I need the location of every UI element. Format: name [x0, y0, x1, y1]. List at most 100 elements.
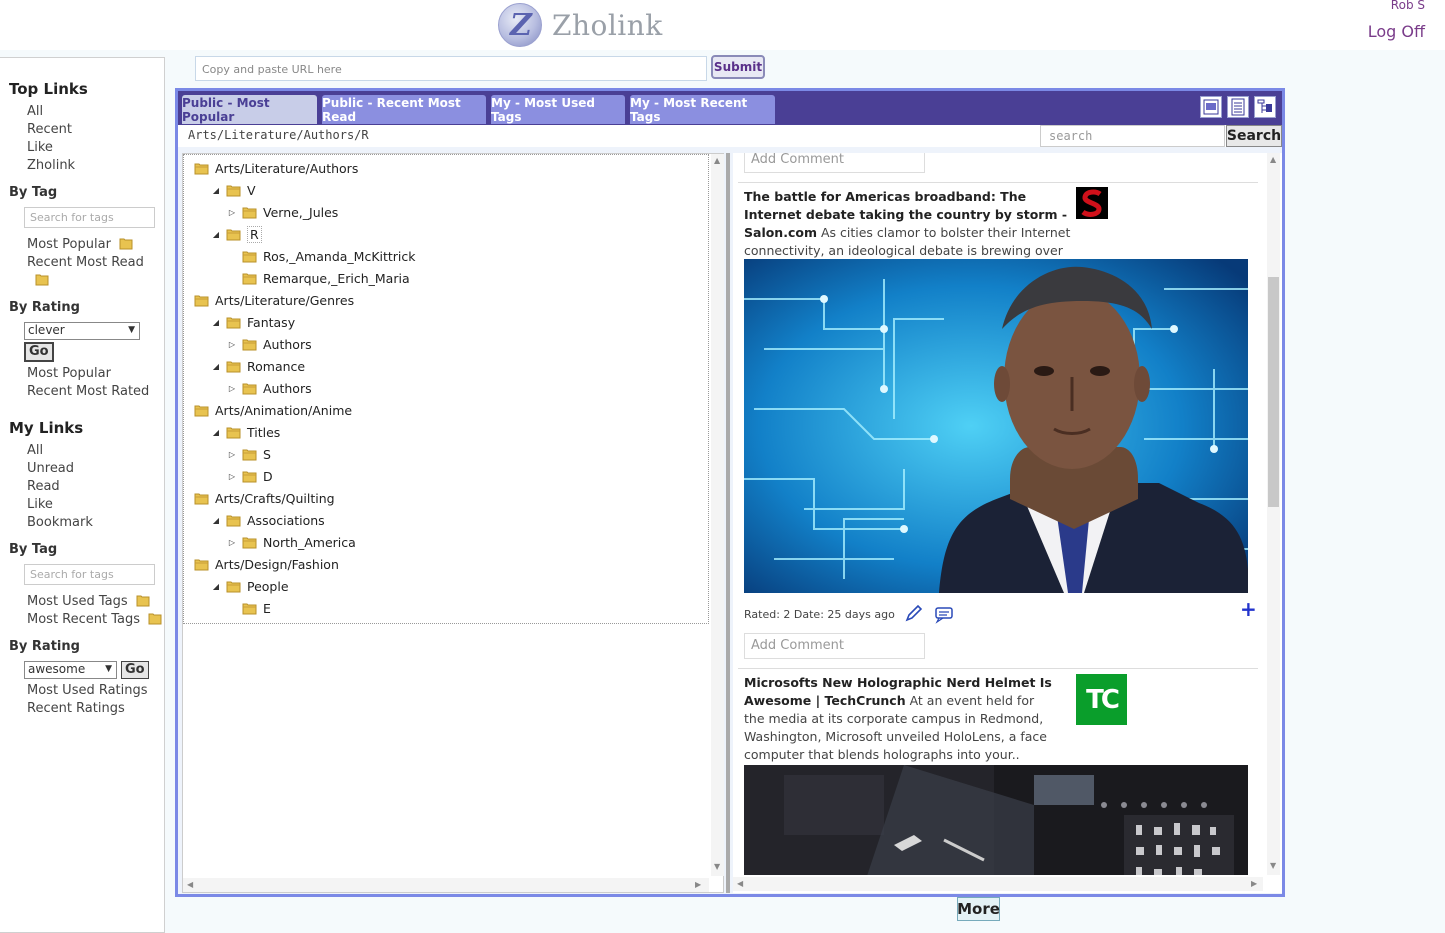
user-name[interactable]: Rob S — [1391, 0, 1425, 12]
tab-public-most-popular[interactable]: Public - Most Popular — [182, 95, 317, 124]
search-input[interactable]: search — [1040, 125, 1225, 147]
top-link-like[interactable]: Like — [27, 139, 164, 157]
expanded-triangle-icon[interactable]: ◢ — [210, 318, 222, 327]
comment-icon[interactable] — [933, 604, 955, 624]
submit-button[interactable]: Submit — [711, 55, 765, 79]
expanded-triangle-icon[interactable]: ◢ — [210, 582, 222, 591]
top-link-zholink[interactable]: Zholink — [27, 157, 164, 175]
expanded-triangle-icon[interactable]: ◢ — [210, 186, 222, 195]
tab-my-most-used-tags[interactable]: My - Most Used Tags — [491, 95, 625, 124]
folder-icon — [226, 229, 241, 241]
tree-node[interactable]: Arts/Crafts/Quilting — [194, 487, 335, 509]
tree-node[interactable]: E — [226, 597, 271, 619]
scroll-down-arrow-icon[interactable]: ▼ — [714, 862, 720, 871]
feed-vertical-scrollbar[interactable]: ▲ ▼ — [1267, 153, 1280, 875]
add-comment-input[interactable]: Add Comment — [744, 153, 925, 173]
tree-vertical-scrollbar[interactable]: ▲ ▼ — [711, 154, 724, 876]
tree-node[interactable]: Arts/Design/Fashion — [194, 553, 339, 575]
top-rating-most-popular[interactable]: Most Popular — [27, 365, 164, 383]
add-plus-icon[interactable]: + — [1240, 597, 1257, 621]
my-link-unread[interactable]: Unread — [27, 460, 164, 478]
tree-node[interactable]: ◢ V — [210, 179, 256, 201]
tree-node[interactable]: ◢ People — [210, 575, 289, 597]
scroll-up-arrow-icon[interactable]: ▲ — [714, 156, 720, 165]
tree-node[interactable]: ◢ Romance — [210, 355, 305, 377]
tree-node[interactable]: ▷ North_America — [226, 531, 356, 553]
feed-horizontal-scrollbar[interactable]: ◀ ▶ — [733, 877, 1263, 891]
tree-node[interactable]: ◢ Titles — [210, 421, 280, 443]
logoff-link[interactable]: Log Off — [1368, 22, 1425, 41]
salon-icon[interactable] — [1076, 187, 1108, 219]
tab-public-recent-most-read[interactable]: Public - Recent Most Read — [322, 95, 486, 124]
tree-node[interactable]: ▷ Authors — [226, 333, 312, 355]
tree-node[interactable]: Arts/Literature/Genres — [194, 289, 354, 311]
pane-splitter[interactable] — [726, 153, 730, 893]
my-tag-most-recent[interactable]: Most Recent Tags — [27, 611, 164, 629]
tree-horizontal-scrollbar[interactable]: ◀ ▶ — [183, 878, 709, 892]
scroll-right-arrow-icon[interactable]: ▶ — [1251, 879, 1257, 888]
top-rating-go-button[interactable]: Go — [24, 342, 54, 362]
top-tag-search-input[interactable]: Search for tags — [24, 207, 155, 228]
article-image[interactable] — [744, 259, 1248, 593]
list-view-icon[interactable] — [1227, 96, 1249, 118]
top-tag-recent-most-read[interactable]: Recent Most Read — [27, 254, 164, 290]
folder-icon — [226, 581, 241, 593]
tree-node[interactable]: ◢ R — [210, 223, 262, 245]
tree-node[interactable]: Ros,_Amanda_McKittrick — [226, 245, 416, 267]
image-view-icon[interactable] — [1200, 96, 1222, 118]
expanded-triangle-icon[interactable]: ◢ — [210, 230, 222, 239]
tree-node[interactable]: Remarque,_Erich_Maria — [226, 267, 410, 289]
my-link-like[interactable]: Like — [27, 496, 164, 514]
tree-node[interactable]: ◢ Fantasy — [210, 311, 295, 333]
my-link-all[interactable]: All — [27, 442, 164, 460]
folder-icon — [136, 595, 150, 607]
search-button[interactable]: Search — [1226, 125, 1282, 147]
my-rating-go-button[interactable]: Go — [121, 661, 149, 679]
logo[interactable]: Z Zholink — [498, 3, 663, 47]
top-rating-select[interactable]: clever ▼ — [24, 322, 140, 340]
top-link-recent[interactable]: Recent — [27, 121, 164, 139]
scroll-left-arrow-icon[interactable]: ◀ — [187, 880, 193, 889]
tab-my-most-recent-tags[interactable]: My - Most Recent Tags — [630, 95, 775, 124]
tree-node[interactable]: ▷ S — [226, 443, 271, 465]
collapsed-triangle-icon[interactable]: ▷ — [226, 384, 238, 393]
collapsed-triangle-icon[interactable]: ▷ — [226, 538, 238, 547]
top-rating-recent-most-rated[interactable]: Recent Most Rated — [27, 383, 164, 401]
tree-node[interactable]: ▷ Authors — [226, 377, 312, 399]
tree-node[interactable]: ◢ Associations — [210, 509, 325, 531]
tree-view-icon[interactable] — [1254, 96, 1276, 118]
edit-pencil-icon[interactable] — [903, 604, 925, 624]
collapsed-triangle-icon[interactable]: ▷ — [226, 450, 238, 459]
collapsed-triangle-icon[interactable]: ▷ — [226, 208, 238, 217]
collapsed-triangle-icon[interactable]: ▷ — [226, 340, 238, 349]
my-link-bookmark[interactable]: Bookmark — [27, 514, 164, 532]
more-button[interactable]: More — [957, 897, 1000, 921]
tree-node[interactable]: ▷ Verne,_Jules — [226, 201, 338, 223]
tree-node[interactable]: ▷ D — [226, 465, 273, 487]
top-tag-most-popular[interactable]: Most Popular — [27, 236, 164, 254]
my-link-read[interactable]: Read — [27, 478, 164, 496]
expanded-triangle-icon[interactable]: ◢ — [210, 516, 222, 525]
top-link-all[interactable]: All — [27, 103, 164, 121]
expanded-triangle-icon[interactable]: ◢ — [210, 428, 222, 437]
collapsed-triangle-icon[interactable]: ▷ — [226, 472, 238, 481]
scroll-down-arrow-icon[interactable]: ▼ — [1270, 861, 1276, 870]
my-rating-select[interactable]: awesome ▼ — [24, 661, 117, 679]
scroll-left-arrow-icon[interactable]: ◀ — [737, 879, 743, 888]
scroll-up-arrow-icon[interactable]: ▲ — [1270, 155, 1276, 164]
add-comment-input[interactable]: Add Comment — [744, 633, 925, 659]
techcrunch-icon[interactable]: TC — [1076, 674, 1127, 725]
tree-node-label: D — [263, 468, 273, 484]
expanded-triangle-icon[interactable]: ◢ — [210, 362, 222, 371]
my-rating-most-used[interactable]: Most Used Ratings — [27, 682, 164, 700]
my-tag-most-used[interactable]: Most Used Tags — [27, 593, 164, 611]
scroll-thumb[interactable] — [1268, 277, 1279, 507]
my-tag-search-input[interactable]: Search for tags — [24, 564, 155, 585]
article-image[interactable] — [744, 765, 1248, 875]
my-rating-recent[interactable]: Recent Ratings — [27, 700, 164, 718]
tree-node[interactable]: Arts/Literature/Authors — [194, 157, 358, 179]
url-input[interactable]: Copy and paste URL here — [195, 56, 707, 81]
scroll-right-arrow-icon[interactable]: ▶ — [695, 880, 701, 889]
folder-icon — [226, 317, 241, 329]
tree-node[interactable]: Arts/Animation/Anime — [194, 399, 352, 421]
